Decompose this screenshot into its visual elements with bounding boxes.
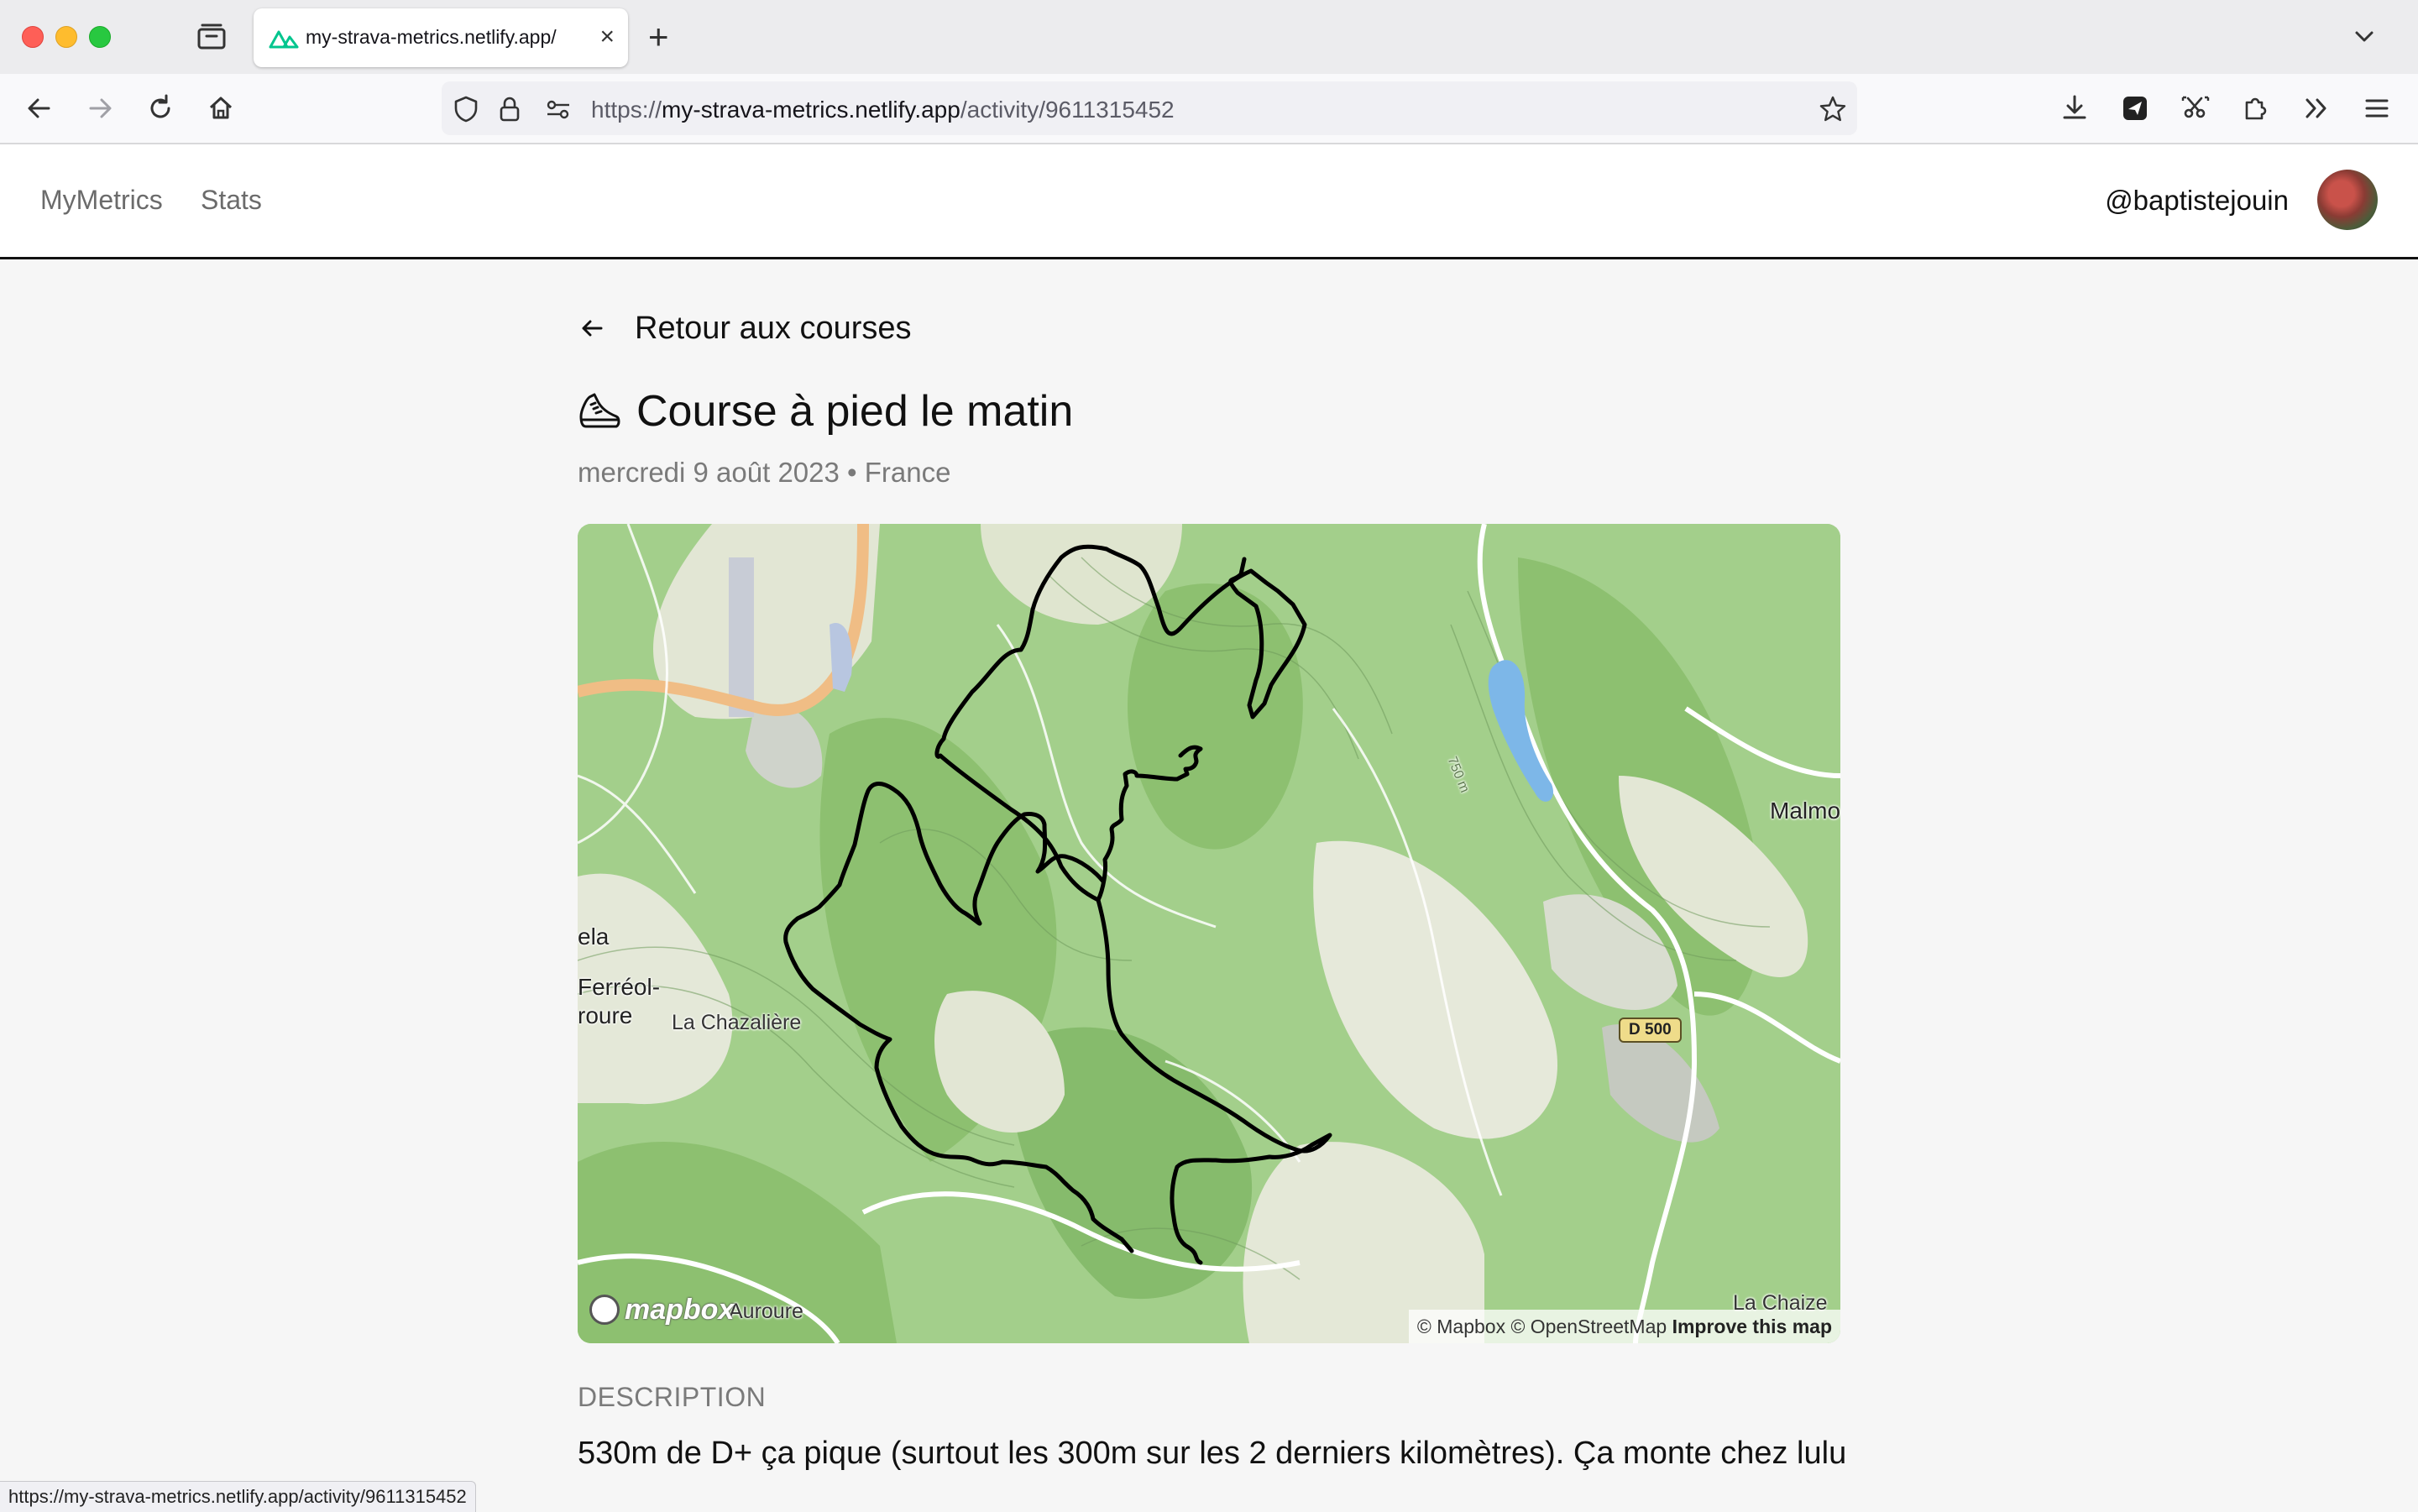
back-icon[interactable]	[20, 89, 59, 128]
running-shoe-icon	[579, 393, 620, 428]
menu-hamburger-icon[interactable]	[2358, 89, 2396, 128]
map-canvas[interactable]	[578, 524, 1840, 1343]
tab-overview-icon[interactable]	[195, 22, 228, 52]
chevron-down-icon[interactable]	[2349, 22, 2379, 52]
mapbox-logo-text: mapbox	[625, 1293, 735, 1326]
downloads-icon[interactable]	[2055, 89, 2094, 128]
activity-title: Course à pied le matin	[636, 387, 1074, 436]
activity-date-location: mercredi 9 août 2023 • France	[578, 457, 951, 488]
back-label: Retour aux courses	[635, 311, 912, 346]
link-status-bar: https://my-strava-metrics.netlify.app/ac…	[0, 1481, 476, 1512]
extension-send-icon[interactable]	[2116, 89, 2154, 128]
map-label-malmo: Malmo	[1770, 798, 1840, 824]
attribution-text[interactable]: © Mapbox © OpenStreetMap	[1417, 1316, 1667, 1337]
overflow-chevrons-icon[interactable]	[2297, 89, 2336, 128]
url-path: /activity/9611315452	[960, 97, 1175, 123]
permissions-icon[interactable]	[544, 95, 573, 123]
url-scheme: https://	[591, 97, 662, 123]
road-shield-d500: D 500	[1619, 1018, 1682, 1043]
screenshot-icon[interactable]	[2176, 89, 2215, 128]
tab-active[interactable]: my-strava-metrics.netlify.app/ ×	[254, 8, 628, 67]
mapbox-logo[interactable]: mapbox	[589, 1293, 734, 1326]
close-window-button[interactable]	[22, 26, 44, 48]
tab-title: my-strava-metrics.netlify.app/	[306, 26, 557, 48]
map-label-roure: roure	[578, 1002, 633, 1028]
url-host: my-strava-metrics.netlify.app	[662, 97, 960, 123]
description-text: 530m de D+ ça pique (surtout les 300m su…	[578, 1436, 1847, 1471]
map-label-ela: ela	[578, 923, 610, 950]
description-heading: DESCRIPTION	[578, 1382, 767, 1412]
url-text[interactable]: https://my-strava-metrics.netlify.app/ac…	[591, 97, 1175, 123]
username[interactable]: @baptistejouin	[2105, 185, 2289, 217]
lock-icon[interactable]	[495, 95, 524, 123]
zoom-window-button[interactable]	[89, 26, 111, 48]
map-label-auroure: Auroure	[729, 1300, 803, 1323]
bookmark-star-icon[interactable]	[1819, 95, 1847, 123]
browser-toolbar: https://my-strava-metrics.netlify.app/ac…	[0, 74, 2418, 144]
brand-link[interactable]: MyMetrics	[40, 185, 163, 216]
browser-tab-bar: my-strava-metrics.netlify.app/ × +	[0, 0, 2418, 74]
nav-stats-link[interactable]: Stats	[201, 185, 262, 216]
minimize-window-button[interactable]	[55, 26, 77, 48]
address-bar[interactable]: https://my-strava-metrics.netlify.app/ac…	[442, 81, 1857, 135]
site-header: MyMetrics Stats @baptistejouin	[0, 144, 2418, 259]
route-map[interactable]: Malmo ela Ferréol- roure La Chazalière A…	[578, 524, 1840, 1343]
map-label-chazaliere: La Chazalière	[672, 1011, 802, 1034]
arrow-left-icon	[582, 320, 603, 337]
nuxt-favicon-icon	[269, 30, 299, 49]
map-attribution: © Mapbox © OpenStreetMap Improve this ma…	[1408, 1310, 1840, 1343]
improve-map-link[interactable]: Improve this map	[1672, 1316, 1832, 1337]
avatar[interactable]	[2317, 170, 2378, 230]
new-tab-button[interactable]: +	[648, 17, 669, 57]
mapbox-logo-icon	[589, 1295, 620, 1325]
extensions-puzzle-icon[interactable]	[2237, 89, 2275, 128]
close-tab-icon[interactable]: ×	[599, 20, 615, 54]
tracking-protection-icon[interactable]	[452, 95, 480, 123]
map-label-ferreol: Ferréol-	[578, 974, 661, 1000]
home-icon[interactable]	[202, 89, 240, 128]
reload-icon[interactable]	[141, 89, 180, 128]
forward-icon[interactable]	[81, 89, 119, 128]
